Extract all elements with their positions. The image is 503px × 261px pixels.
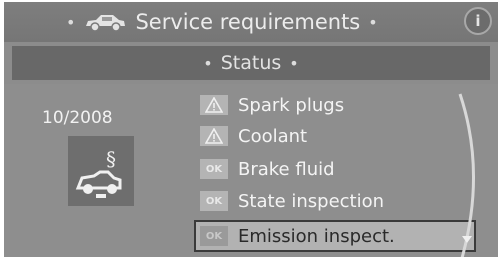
- title-left-separator: •: [66, 12, 76, 32]
- list-item-emission-inspection[interactable]: OK Emission inspect.: [194, 220, 476, 252]
- page-title: Service requirements: [135, 10, 361, 34]
- ok-badge: OK: [200, 226, 228, 246]
- list-item-label: Brake fluid: [238, 158, 335, 180]
- list-item-spark-plugs[interactable]: Spark plugs: [194, 90, 476, 120]
- service-date: 10/2008: [42, 108, 113, 128]
- title-bar: • Service requirements • i: [4, 2, 498, 42]
- list-item-label: Spark plugs: [238, 94, 345, 116]
- status-label: Status: [220, 52, 282, 74]
- vehicle-inspection-icon: §: [68, 136, 134, 206]
- list-item-coolant[interactable]: Coolant: [194, 121, 476, 151]
- chevron-down-icon[interactable]: [460, 232, 474, 246]
- warning-triangle-icon: [200, 126, 228, 146]
- service-requirements-screen: • Service requirements • i • Status • 10…: [4, 2, 498, 257]
- title-right-separator: •: [368, 12, 378, 32]
- status-tab[interactable]: • Status •: [12, 46, 490, 80]
- car-icon: [83, 11, 127, 33]
- status-right-separator: •: [289, 53, 299, 73]
- status-left-separator: •: [203, 53, 213, 73]
- ok-badge: OK: [200, 191, 228, 211]
- list-item-state-inspection[interactable]: OK State inspection: [194, 186, 476, 216]
- list-item-label: Emission inspect.: [238, 225, 395, 247]
- main-panel: 10/2008 § Spark plugs Coolant OK Brake f…: [4, 84, 498, 257]
- title-group[interactable]: • Service requirements •: [66, 2, 378, 42]
- warning-triangle-icon: [200, 95, 228, 115]
- info-icon[interactable]: i: [464, 7, 492, 35]
- service-list: Spark plugs Coolant OK Brake fluid OK St…: [194, 90, 476, 255]
- list-item-label: Coolant: [238, 125, 308, 147]
- svg-text:§: §: [106, 147, 116, 171]
- list-item-label: State inspection: [238, 190, 385, 212]
- ok-badge: OK: [200, 159, 228, 179]
- list-item-brake-fluid[interactable]: OK Brake fluid: [194, 154, 476, 184]
